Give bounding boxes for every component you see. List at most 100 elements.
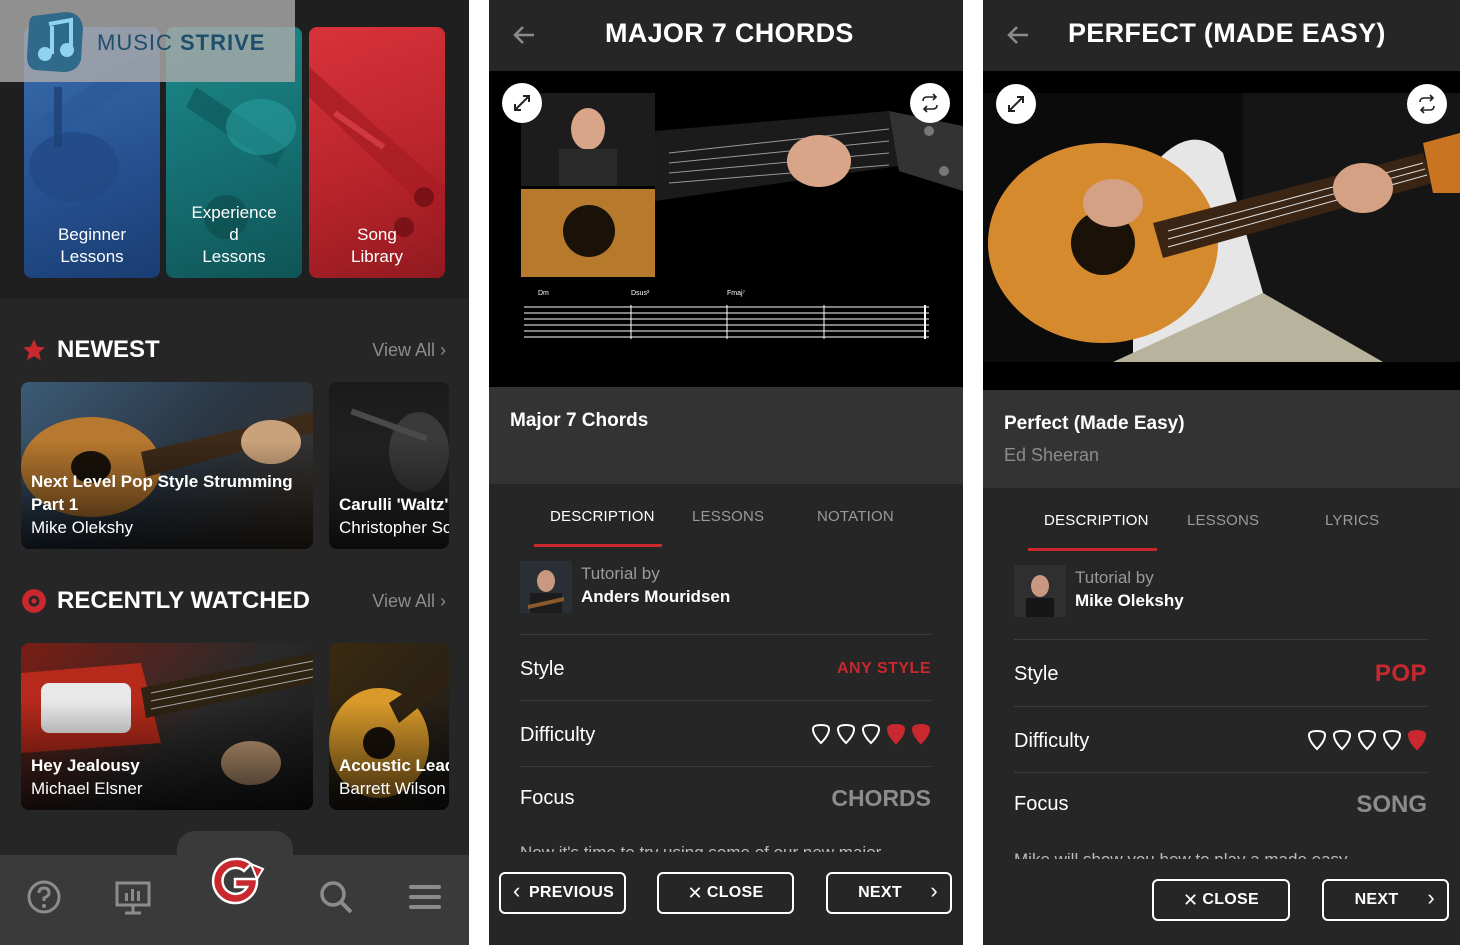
category-label: Experience d Lessons (191, 203, 277, 266)
avatar (520, 561, 572, 613)
lesson-card[interactable]: Acoustic Lead Barrett Wilson (329, 643, 449, 810)
app-logo-banner: MUSIC STRIVE (0, 0, 295, 82)
page-title: PERFECT (MADE EASY) (1068, 18, 1386, 48)
tutor-prefix: Tutorial by (581, 564, 660, 583)
previous-button[interactable]: ‹ PREVIOUS (499, 872, 626, 914)
card-author: Michael Elsner (31, 779, 143, 798)
chevron-left-icon: ‹ (513, 878, 521, 903)
difficulty-pick-empty-icon (836, 723, 856, 745)
category-song-library[interactable]: Song Library (309, 27, 445, 278)
search-icon[interactable] (316, 877, 356, 917)
lesson-card[interactable]: Next Level Pop Style Strumming Part 1 Mik… (21, 382, 313, 549)
back-arrow-icon[interactable] (1005, 22, 1031, 48)
expand-icon (514, 95, 530, 111)
lesson-info: Perfect (Made Easy) Ed Sheeran (983, 390, 1460, 488)
tutor-name: Mike Olekshy (1075, 591, 1184, 610)
lesson-card[interactable]: Carulli 'Waltz' Christopher Sc (329, 382, 449, 549)
lesson-card[interactable]: Hey Jealousy Michael Elsner (21, 643, 313, 810)
view-all-label: View All (372, 339, 435, 360)
previous-label: PREVIOUS (528, 884, 615, 901)
fullscreen-button[interactable] (996, 84, 1036, 124)
style-row: Style ANY STYLE (520, 634, 931, 700)
difficulty-pick-filled-icon (911, 723, 931, 745)
tab-description[interactable]: DESCRIPTION (550, 508, 655, 525)
loop-button[interactable] (910, 83, 950, 123)
close-button[interactable]: ✕ CLOSE (657, 872, 794, 914)
card-text: Hey Jealousy Michael Elsner (31, 754, 143, 800)
tab-lyrics[interactable]: LYRICS (1325, 512, 1379, 529)
difficulty-pick-empty-icon (1382, 729, 1402, 751)
footer-bar: ✕ CLOSE NEXT › (983, 859, 1460, 945)
focus-value: SONG (1356, 791, 1427, 818)
music-note-logo-icon (27, 12, 83, 72)
tab-chord-label: Fmaj⁷ (727, 290, 746, 297)
video-player[interactable] (983, 71, 1460, 390)
difficulty-picks (806, 723, 931, 750)
back-arrow-icon[interactable] (511, 22, 537, 48)
card-title: Hey Jealousy (31, 756, 140, 775)
video-player[interactable]: Dm Dsus² Fmaj⁷ (489, 71, 963, 387)
fullscreen-button[interactable] (502, 83, 542, 123)
difficulty-pick-empty-icon (811, 723, 831, 745)
style-value: POP (1374, 660, 1427, 687)
tab-lessons[interactable]: LESSONS (1187, 512, 1259, 529)
difficulty-picks (1302, 729, 1427, 756)
card-author: Christopher Sc (339, 518, 449, 537)
tab-description[interactable]: DESCRIPTION (1044, 512, 1149, 529)
lesson-screen-major7: MAJOR 7 CHORDS Dm Dsus² Fmaj⁷ Major 7 Ch… (489, 0, 963, 945)
menu-icon[interactable] (405, 877, 445, 917)
logo-text: MUSIC STRIVE (97, 30, 265, 56)
tab-bar: DESCRIPTION LESSONS LYRICS (983, 488, 1460, 552)
tab-notation[interactable]: NOTATION (817, 508, 894, 525)
card-author: Mike Olekshy (31, 518, 134, 537)
top-bar: MAJOR 7 CHORDS (489, 0, 963, 71)
logo-text-light: MUSIC (97, 30, 180, 55)
card-text: Next Level Pop Style Strumming Part 1 Mik… (31, 470, 313, 539)
difficulty-pick-filled-icon (1407, 729, 1427, 751)
card-title: Carulli 'Waltz' (339, 495, 449, 514)
tutor-prefix: Tutorial by (1075, 568, 1154, 587)
star-icon (23, 339, 45, 361)
next-button[interactable]: NEXT › (826, 872, 952, 914)
page-title: MAJOR 7 CHORDS (605, 18, 854, 48)
row-label: Difficulty (1014, 730, 1090, 752)
next-label: NEXT (858, 884, 902, 901)
focus-value: CHORDS (831, 785, 931, 811)
loop-icon (922, 93, 938, 113)
card-title: Acoustic Lead (339, 756, 449, 775)
view-all-newest-link[interactable]: View All › (372, 340, 446, 361)
lesson-title: Major 7 Chords (510, 410, 649, 431)
row-label: Focus (520, 787, 575, 809)
next-button[interactable]: NEXT › (1322, 879, 1449, 921)
chevron-right-icon: › (930, 878, 938, 903)
category-label: Song Library (351, 225, 403, 266)
active-tab-indicator (1028, 548, 1157, 551)
help-icon[interactable] (24, 877, 64, 917)
view-all-recent-link[interactable]: View All › (372, 591, 446, 612)
tab-chord-label: Dm (538, 290, 549, 297)
tab-chord-label: Dsus² (631, 290, 650, 297)
difficulty-pick-empty-icon (861, 723, 881, 745)
difficulty-pick-filled-icon (886, 723, 906, 745)
chevron-right-icon: › (1427, 885, 1435, 910)
difficulty-pick-empty-icon (1357, 729, 1377, 751)
close-icon: ✕ (687, 882, 703, 903)
close-button[interactable]: ✕ CLOSE (1152, 879, 1290, 921)
g-logo-icon[interactable] (205, 855, 265, 905)
card-title: Next Level Pop Style Strumming Part 1 (31, 472, 293, 514)
close-label: CLOSE (706, 884, 764, 901)
chart-board-icon[interactable] (113, 877, 153, 917)
tab-lessons[interactable]: LESSONS (692, 508, 764, 525)
difficulty-row: Difficulty (520, 700, 931, 766)
lesson-info: Major 7 Chords (489, 387, 963, 484)
loop-button[interactable] (1407, 84, 1447, 124)
video-frame (521, 93, 963, 339)
loop-icon (1419, 94, 1435, 114)
footer-bar: ‹ PREVIOUS ✕ CLOSE NEXT › (489, 852, 963, 945)
record-icon (22, 589, 46, 613)
section-title: RECENTLY WATCHED (57, 587, 310, 614)
close-icon: ✕ (1182, 889, 1199, 910)
top-bar: PERFECT (MADE EASY) (983, 0, 1460, 71)
lesson-title: Perfect (Made Easy) (1004, 413, 1185, 434)
card-text: Carulli 'Waltz' Christopher Sc (339, 493, 449, 539)
